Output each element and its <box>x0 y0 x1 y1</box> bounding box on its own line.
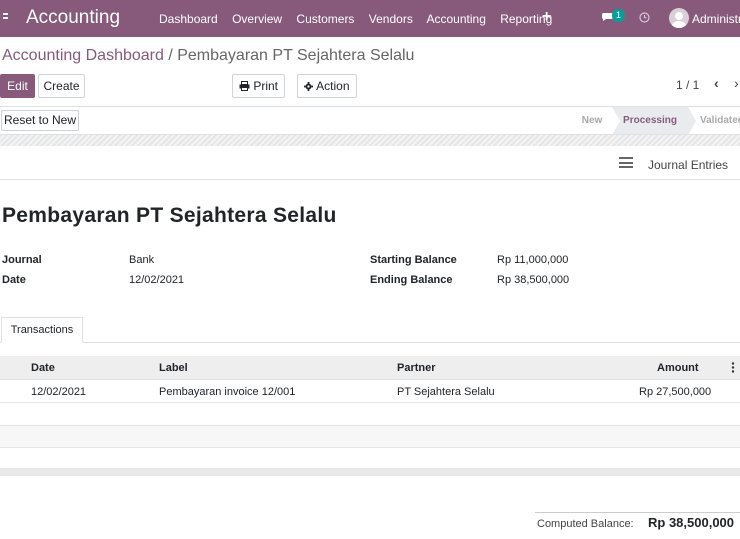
menu-vendors[interactable]: Vendors <box>369 12 413 26</box>
computed-balance-divider <box>535 512 740 513</box>
tab-transactions[interactable]: Transactions <box>1 317 83 343</box>
journal-entries-list-icon[interactable] <box>619 157 633 168</box>
pager-next-icon[interactable]: › <box>734 75 739 91</box>
row-label[interactable]: Pembayaran invoice 12/001 <box>159 386 295 398</box>
starting-balance-label: Starting Balance <box>370 254 457 266</box>
app-name[interactable]: Accounting <box>26 7 120 29</box>
row-divider <box>0 447 740 448</box>
apps-menu-icon[interactable] <box>3 13 9 23</box>
journal-label: Journal <box>2 254 42 266</box>
column-amount[interactable]: Amount <box>657 362 699 374</box>
breadcrumb-parent[interactable]: Accounting Dashboard <box>2 47 164 64</box>
stage-divider <box>612 107 620 135</box>
breadcrumb: Accounting Dashboard / Pembayaran PT Sej… <box>2 47 414 65</box>
menu-accounting[interactable]: Accounting <box>427 12 486 26</box>
date-value[interactable]: 12/02/2021 <box>129 274 184 286</box>
optional-columns-icon[interactable] <box>731 362 735 373</box>
reset-to-new-button[interactable]: Reset to New <box>1 110 79 131</box>
activity-clock-icon[interactable] <box>639 12 650 23</box>
tab-underline <box>0 342 740 343</box>
create-button[interactable]: Create <box>38 74 85 98</box>
print-button[interactable]: Print <box>232 74 285 98</box>
main-menu: Dashboard Overview Customers Vendors Acc… <box>159 12 563 26</box>
table-header <box>0 356 740 380</box>
pager-value[interactable]: 1 / 1 <box>676 78 699 92</box>
table-footer <box>0 468 740 476</box>
edit-button[interactable]: Edit <box>0 74 35 98</box>
user-avatar[interactable] <box>669 8 689 28</box>
empty-row <box>0 425 740 447</box>
row-divider <box>0 402 740 403</box>
date-label: Date <box>2 274 26 286</box>
journal-entries-button[interactable]: Journal Entries <box>648 158 728 172</box>
row-amount[interactable]: Rp 27,500,000 <box>639 386 711 398</box>
message-count-badge: 1 <box>612 9 625 22</box>
journal-value[interactable]: Bank <box>129 254 154 266</box>
stage-validated: Validated <box>700 115 740 126</box>
stage-new: New <box>581 115 603 126</box>
print-label: Print <box>253 79 279 93</box>
column-date[interactable]: Date <box>31 362 55 374</box>
computed-balance-value: Rp 38,500,000 <box>648 515 735 530</box>
row-divider <box>0 425 740 426</box>
menu-dashboard[interactable]: Dashboard <box>159 12 218 26</box>
sheet-background <box>0 135 740 146</box>
print-icon <box>239 81 250 91</box>
plus-icon[interactable]: + <box>542 8 551 26</box>
computed-balance-label: Computed Balance: <box>537 518 634 530</box>
breadcrumb-separator: / <box>163 47 178 64</box>
column-partner[interactable]: Partner <box>397 362 436 374</box>
starting-balance-value[interactable]: Rp 11,000,000 <box>497 254 568 266</box>
ending-balance-label: Ending Balance <box>370 274 453 286</box>
user-name[interactable]: Administrator <box>692 12 740 26</box>
gear-icon <box>304 82 314 91</box>
top-navbar: Accounting Dashboard Overview Customers … <box>0 0 740 37</box>
pager-previous-icon[interactable]: ‹ <box>714 75 719 91</box>
record-title: Pembayaran PT Sejahtera Selalu <box>2 204 337 227</box>
row-partner[interactable]: PT Sejahtera Selalu <box>397 386 495 398</box>
column-label[interactable]: Label <box>159 362 188 374</box>
action-label: Action <box>316 79 350 93</box>
ending-balance-value[interactable]: Rp 38,500,000 <box>497 274 569 286</box>
stage-divider <box>688 107 696 135</box>
row-date[interactable]: 12/02/2021 <box>31 386 86 398</box>
menu-customers[interactable]: Customers <box>296 12 354 26</box>
stage-processing: Processing <box>612 107 688 134</box>
breadcrumb-current: Pembayaran PT Sejahtera Selalu <box>177 47 415 64</box>
menu-overview[interactable]: Overview <box>232 12 282 26</box>
statusbar: Reset to New New Processing Validated <box>0 106 740 135</box>
action-button[interactable]: Action <box>297 74 357 98</box>
